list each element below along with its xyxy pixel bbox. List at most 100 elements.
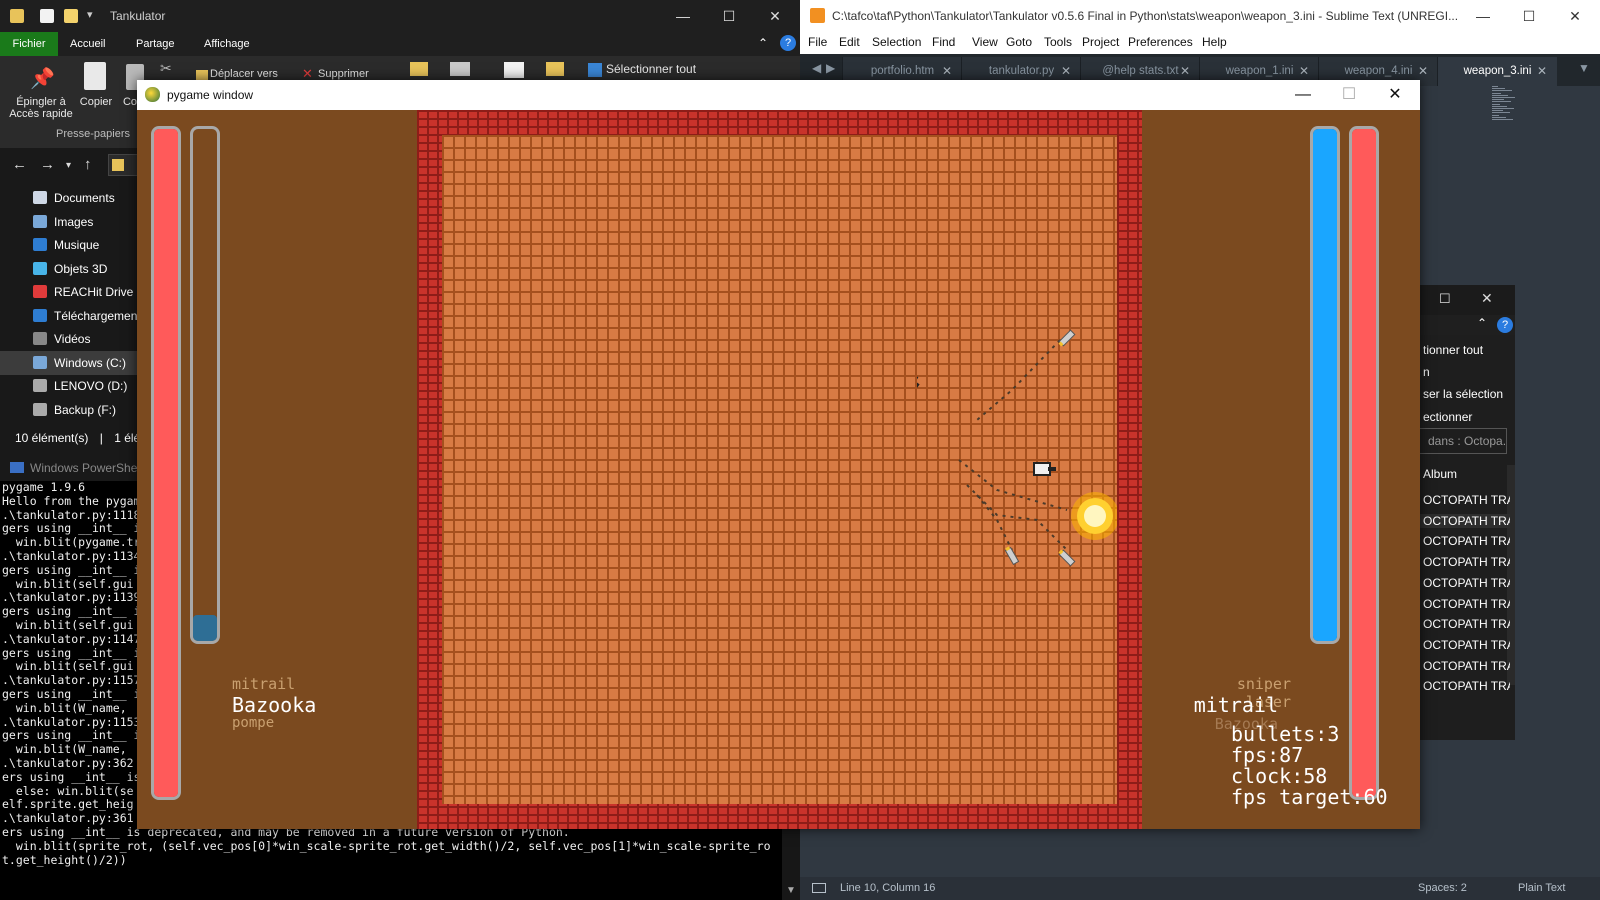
maximize-button[interactable]: ☐ (1326, 80, 1372, 110)
tab-close-icon[interactable]: ✕ (1537, 57, 1547, 86)
minimize-button[interactable]: — (660, 0, 706, 32)
tab-fichier[interactable]: Fichier (0, 32, 58, 56)
search-box[interactable]: dans : Octopa... (1419, 428, 1507, 454)
tree-item[interactable]: Vidéos (0, 327, 138, 351)
album-row[interactable]: OCTOPATH TRA (1415, 576, 1510, 590)
menu-item[interactable]: Goto (1006, 35, 1032, 49)
close-button[interactable]: ✕ (1481, 290, 1493, 307)
tab-affichage[interactable]: Affichage (192, 32, 262, 56)
maximize-button[interactable]: ☐ (1439, 291, 1451, 307)
tree-item[interactable]: REACHit Drive (0, 280, 138, 304)
menu-item[interactable]: Edit (839, 35, 860, 49)
tab-partage[interactable]: Partage (124, 32, 187, 56)
p1-weapon-prev: mitrail (232, 675, 296, 693)
album-row[interactable]: OCTOPATH TRA (1415, 513, 1510, 528)
menu-bar: File Edit Selection Find View Goto Tools Projec… (800, 32, 1600, 54)
collapse-icon[interactable]: ⌃ (1477, 316, 1487, 330)
explosion (1071, 492, 1117, 540)
copy-button[interactable]: Copier (76, 96, 116, 108)
select-all-item[interactable]: tionner tout (1415, 343, 1510, 357)
help-icon[interactable]: ? (1497, 317, 1513, 333)
minimap[interactable] (1492, 86, 1524, 122)
tree-item[interactable]: Backup (F:) (0, 398, 138, 422)
tab-nav-left-icon[interactable]: ◀ (812, 61, 821, 75)
panel-toggle-icon[interactable] (812, 883, 826, 893)
invert-selection-item[interactable]: ser la sélection (1415, 387, 1510, 401)
minimize-button[interactable]: — (1280, 80, 1326, 110)
delete-button[interactable]: Supprimer (318, 68, 369, 80)
tree-item[interactable]: Musique (0, 233, 138, 257)
back-arrow-icon[interactable]: ← (12, 156, 27, 173)
open-icon[interactable] (504, 62, 524, 78)
cut-icon[interactable]: ✂ (160, 60, 172, 77)
menu-item[interactable]: Project (1082, 35, 1119, 49)
menu-item[interactable]: View (972, 35, 998, 49)
syntax-setting[interactable]: Plain Text (1518, 877, 1566, 900)
tab-nav-right-icon[interactable]: ▶ (826, 61, 835, 75)
help-icon[interactable]: ? (780, 35, 796, 51)
tree-item[interactable]: Documents (0, 186, 138, 210)
p2-shield-fill (1313, 129, 1337, 641)
window-title: Tankulator (110, 9, 166, 23)
forward-arrow-icon[interactable]: → (40, 156, 55, 173)
close-button[interactable]: ✕ (752, 0, 798, 32)
album-row[interactable]: OCTOPATH TRA (1415, 493, 1510, 507)
scroll-down-icon[interactable]: ▼ (786, 885, 796, 896)
console-line: t.get_height()/2)) (2, 852, 127, 867)
tab-menu-icon[interactable]: ▼ (1578, 61, 1590, 75)
tree-item[interactable]: Objets 3D (0, 257, 138, 281)
album-row[interactable]: OCTOPATH TRA (1415, 597, 1510, 611)
menu-item[interactable]: Find (932, 35, 955, 49)
tree-item[interactable]: Windows (C:) (0, 350, 138, 375)
menu-item[interactable]: Help (1202, 35, 1227, 49)
album-column-header[interactable]: Album (1415, 467, 1510, 481)
collapse-ribbon-icon[interactable]: ⌃ (758, 36, 768, 50)
up-arrow-icon[interactable]: ↑ (84, 156, 92, 173)
pygame-title: pygame window (167, 88, 254, 102)
new-folder-large-icon[interactable] (410, 62, 428, 76)
pin-quick-access-button[interactable]: Épingler à Accès rapide (6, 96, 76, 120)
select-none-item[interactable]: n (1415, 365, 1510, 379)
properties-icon[interactable] (40, 9, 54, 23)
selection-count: 1 élém (114, 431, 138, 445)
close-button[interactable]: ✕ (1552, 0, 1598, 32)
album-row[interactable]: OCTOPATH TRA (1415, 638, 1510, 652)
menu-item[interactable]: Selection (872, 35, 921, 49)
maximize-button[interactable]: ☐ (1506, 0, 1552, 32)
album-row[interactable]: OCTOPATH TRA (1415, 659, 1510, 673)
menu-item[interactable]: Preferences (1128, 35, 1193, 49)
album-row[interactable]: OCTOPATH TRA (1415, 679, 1510, 693)
select-item[interactable]: ectionner (1415, 410, 1510, 424)
tree-item-label: Téléchargements (54, 308, 138, 323)
recent-chevron-icon[interactable]: ▾ (66, 160, 71, 171)
chevron-down-icon[interactable]: ▾ (87, 8, 93, 21)
indent-setting[interactable]: Spaces: 2 (1418, 877, 1467, 900)
tab-label: @help stats.txt (1102, 65, 1179, 77)
properties-large-icon[interactable] (450, 62, 470, 76)
game-canvas[interactable]: mitrail Bazooka pompe sniper laser mitra… (137, 110, 1420, 829)
address-bar[interactable] (108, 154, 138, 176)
close-button[interactable]: ✕ (1372, 80, 1418, 110)
tree-item-label: REACHit Drive (54, 285, 134, 299)
p1-weapon-current: Bazooka (232, 693, 317, 717)
minimize-button[interactable]: — (1460, 0, 1506, 32)
album-row[interactable]: OCTOPATH TRA (1415, 534, 1510, 548)
editor-tab[interactable]: weapon_3.ini ✕ (1437, 57, 1557, 86)
move-to-button[interactable]: Déplacer vers (210, 68, 278, 80)
tree-item-label: Windows (C:) (54, 355, 127, 370)
tree-item[interactable]: Images (0, 210, 138, 234)
maximize-button[interactable]: ☐ (706, 0, 752, 32)
history-icon[interactable] (546, 62, 564, 76)
tree-item[interactable]: Téléchargements (0, 304, 138, 328)
menu-item[interactable]: Tools (1044, 35, 1072, 49)
select-all-button[interactable]: Sélectionner tout (606, 62, 696, 76)
album-row[interactable]: OCTOPATH TRA (1415, 555, 1510, 569)
tab-accueil[interactable]: Accueil (58, 32, 117, 56)
objects3d-icon (33, 261, 47, 275)
menu-item[interactable]: File (808, 35, 827, 49)
tree-item[interactable]: LENOVO (D:) (0, 374, 138, 398)
new-folder-icon[interactable] (64, 9, 78, 23)
rocket-trail-3 (966, 484, 1068, 551)
powershell-title: Windows PowerShell (30, 461, 143, 475)
album-row[interactable]: OCTOPATH TRA (1415, 617, 1510, 631)
